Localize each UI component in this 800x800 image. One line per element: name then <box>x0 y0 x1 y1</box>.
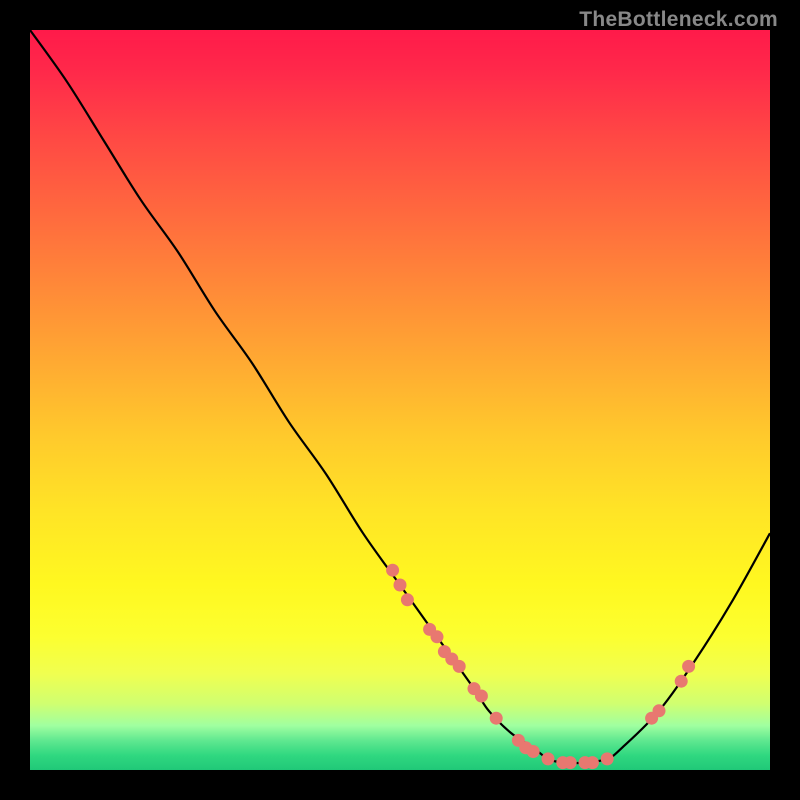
curve-svg <box>30 30 770 770</box>
chart-container: TheBottleneck.com <box>0 0 800 800</box>
watermark-text: TheBottleneck.com <box>579 8 778 32</box>
marker-point <box>564 756 577 769</box>
marker-point <box>586 756 599 769</box>
marker-point <box>675 675 688 688</box>
marker-point <box>542 752 555 765</box>
marker-point <box>490 712 503 725</box>
marker-points <box>386 564 695 769</box>
marker-point <box>653 704 666 717</box>
marker-point <box>527 745 540 758</box>
marker-point <box>394 579 407 592</box>
marker-point <box>386 564 399 577</box>
marker-point <box>431 630 444 643</box>
bottleneck-curve-line <box>30 30 770 763</box>
marker-point <box>401 593 414 606</box>
marker-point <box>475 690 488 703</box>
marker-point <box>453 660 466 673</box>
plot-area <box>30 30 770 770</box>
marker-point <box>601 752 614 765</box>
marker-point <box>682 660 695 673</box>
